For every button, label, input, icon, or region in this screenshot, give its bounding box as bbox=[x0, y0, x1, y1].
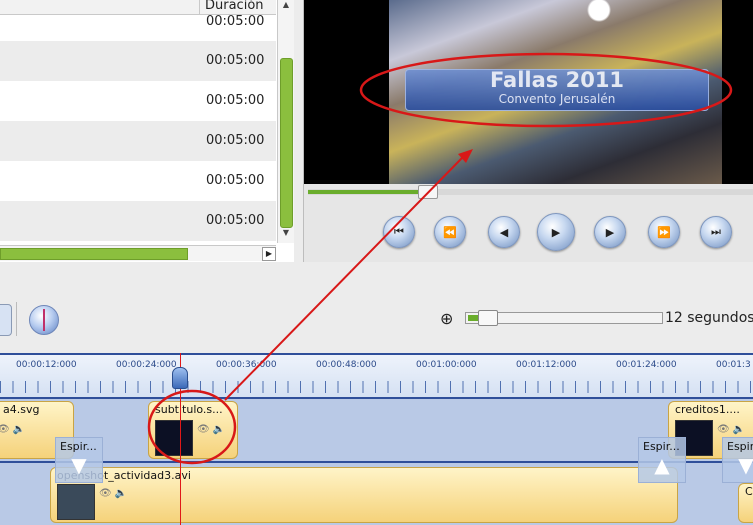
clip-visibility-audio-icons[interactable]: 👁 🔈 bbox=[197, 424, 225, 435]
next-marker-icon: ⏩ bbox=[657, 225, 671, 239]
ruler-label: 00:00:36:000 bbox=[216, 360, 277, 370]
clip-thumbnail bbox=[155, 420, 193, 456]
list-item[interactable]: 00:05:00 bbox=[0, 121, 276, 161]
rewind-button[interactable]: ◀ bbox=[488, 216, 520, 248]
rewind-icon: ◀ bbox=[499, 225, 509, 239]
transition[interactable]: Espir... ▼ bbox=[722, 437, 753, 483]
duration-cell: 00:05:00 bbox=[206, 14, 265, 29]
zoom-slider-handle[interactable] bbox=[477, 310, 498, 326]
razor-icon bbox=[43, 309, 45, 331]
transition[interactable]: Espir... ▼ bbox=[55, 437, 103, 483]
duration-cell: 00:05:00 bbox=[206, 133, 265, 148]
ruler-label: 00:00:24:000 bbox=[116, 360, 177, 370]
timeline-toolbar: ⊕ 12 segundos bbox=[0, 296, 753, 344]
ruler-label: 00:00:48:000 bbox=[316, 360, 377, 370]
ruler-label: 00:01:00:000 bbox=[416, 360, 477, 370]
ruler-ticks bbox=[0, 381, 753, 393]
ruler-label: 00:01:24:000 bbox=[616, 360, 677, 370]
zoom-label: 12 segundos bbox=[665, 310, 753, 326]
select-tool-button[interactable] bbox=[0, 304, 12, 336]
transition-down-icon: ▼ bbox=[738, 453, 753, 477]
fast-forward-button[interactable]: ▶ bbox=[594, 216, 626, 248]
clip-visibility-audio-icons[interactable]: 👁 🔈 bbox=[99, 488, 127, 499]
subtitle-title: Fallas 2011 bbox=[489, 68, 625, 92]
play-icon: ▶ bbox=[551, 225, 561, 239]
list-item[interactable]: 00:05:00 bbox=[0, 201, 276, 241]
fast-forward-icon: ▶ bbox=[605, 225, 615, 239]
column-separator bbox=[199, 0, 200, 14]
scrollbar-thumb[interactable] bbox=[0, 248, 188, 260]
timeline[interactable]: 00:00:12:000 00:00:24:000 00:00:36:000 0… bbox=[0, 353, 753, 525]
jump-start-icon: ⏮ bbox=[394, 225, 404, 238]
clip-thumbnail bbox=[57, 484, 95, 520]
transition-up-icon: ▲ bbox=[654, 453, 670, 477]
timeline-ruler[interactable]: 00:00:12:000 00:00:24:000 00:00:36:000 0… bbox=[0, 353, 753, 399]
clip-name: C bbox=[745, 485, 753, 498]
preview-seek-slider[interactable] bbox=[308, 185, 753, 199]
seek-handle[interactable] bbox=[417, 185, 438, 199]
list-item[interactable]: 00:05:00 bbox=[0, 81, 276, 121]
duration-cell: 00:05:00 bbox=[206, 213, 265, 228]
clip-name: subtitulo.s... bbox=[155, 403, 223, 416]
clip-visibility-audio-icons[interactable]: 👁 🔈 bbox=[0, 424, 25, 435]
transition-down-icon: ▼ bbox=[71, 453, 87, 477]
transition[interactable]: Espir... ▲ bbox=[638, 437, 686, 483]
scrollbar-thumb[interactable] bbox=[280, 58, 293, 228]
file-list-horizontal-scrollbar[interactable]: ▶ bbox=[0, 245, 276, 261]
scroll-right-icon[interactable]: ▶ bbox=[262, 247, 276, 261]
list-item[interactable]: 00:05:00 bbox=[0, 41, 276, 81]
playhead-handle[interactable] bbox=[172, 367, 188, 389]
duration-cell: 00:05:00 bbox=[206, 173, 265, 188]
zoom-slider[interactable] bbox=[465, 310, 663, 326]
zoom-in-icon[interactable]: ⊕ bbox=[440, 310, 458, 328]
subtitle-subtitle: Convento Jerusalén bbox=[498, 92, 616, 106]
scroll-down-icon[interactable]: ▼ bbox=[278, 228, 294, 242]
timeline-clip[interactable]: C bbox=[738, 483, 753, 523]
previous-marker-button[interactable]: ⏪ bbox=[434, 216, 466, 248]
next-marker-button[interactable]: ⏩ bbox=[648, 216, 680, 248]
duration-cell: 00:05:00 bbox=[206, 93, 265, 108]
jump-end-icon: ⏭ bbox=[711, 225, 721, 238]
jump-start-button[interactable]: ⏮ bbox=[383, 216, 415, 248]
list-item[interactable]: 00:05:00 bbox=[0, 14, 276, 41]
ruler-label: 00:01:12:000 bbox=[516, 360, 577, 370]
clip-visibility-audio-icons[interactable]: 👁 🔈 bbox=[717, 424, 745, 435]
play-button[interactable]: ▶ bbox=[537, 213, 575, 251]
duration-header-label: Duración bbox=[205, 0, 264, 13]
file-list-vertical-scrollbar[interactable]: ▲ ▼ bbox=[277, 0, 294, 243]
seek-progress-fill bbox=[308, 190, 424, 194]
subtitle-overlay: Fallas 2011 Convento Jerusalén bbox=[405, 68, 709, 111]
duration-cell: 00:05:00 bbox=[206, 53, 265, 68]
razor-tool-button[interactable] bbox=[29, 305, 59, 335]
toolbar-separator bbox=[16, 302, 17, 336]
clip-name: a4.svg bbox=[3, 403, 40, 416]
clip-name: creditos1.... bbox=[675, 403, 740, 416]
transition-label: Espir... bbox=[60, 440, 97, 453]
ruler-label: 00:00:12:000 bbox=[16, 360, 77, 370]
transition-label: Espir... bbox=[727, 440, 753, 453]
list-item[interactable]: 00:05:00 bbox=[0, 161, 276, 201]
scroll-up-icon[interactable]: ▲ bbox=[278, 0, 294, 14]
duration-column-header[interactable]: Duración bbox=[0, 0, 276, 15]
jump-end-button[interactable]: ⏭ bbox=[700, 216, 732, 248]
project-files-list: Duración 00:05:00 00:05:00 00:05:00 00:0… bbox=[0, 0, 294, 262]
previous-marker-icon: ⏪ bbox=[443, 225, 457, 239]
ruler-label: 00:01:3 bbox=[716, 360, 751, 370]
transition-label: Espir... bbox=[643, 440, 680, 453]
timeline-clip[interactable]: subtitulo.s... 👁 🔈 bbox=[148, 401, 238, 459]
timeline-clip[interactable]: openshot_actividad3.avi 👁 🔈 bbox=[50, 467, 678, 523]
